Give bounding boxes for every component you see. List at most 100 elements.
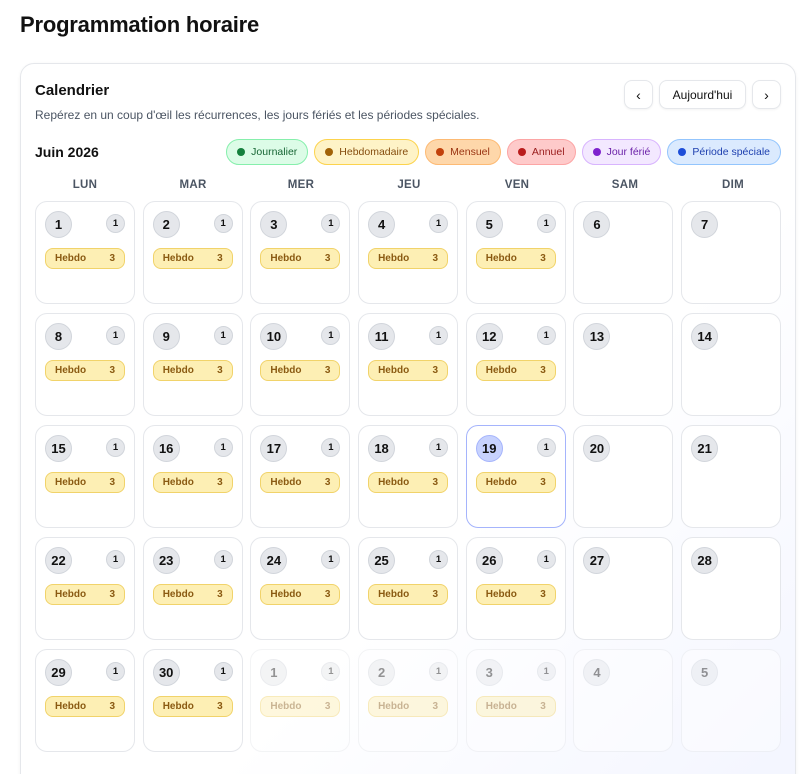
day-cell[interactable]: 26 1 Hebdo 3 (465, 537, 566, 640)
legend-dot-icon (325, 148, 334, 156)
event-pill-hebdo[interactable]: Hebdo 3 (260, 696, 341, 717)
day-number: 15 (45, 435, 72, 462)
day-cell[interactable]: 27 (573, 537, 674, 640)
day-cell[interactable]: 1 1 Hebdo 3 (250, 649, 351, 752)
event-pill-hebdo[interactable]: Hebdo 3 (260, 472, 341, 493)
day-event-count-badge: 1 (106, 326, 125, 345)
event-pill-hebdo[interactable]: Hebdo 3 (152, 696, 233, 717)
legend-item[interactable]: Mensuel (425, 139, 501, 165)
legend-dot-icon (678, 148, 687, 156)
page-title: Programmation horaire (20, 12, 260, 37)
day-event-count-badge: 1 (213, 438, 233, 457)
day-cell[interactable]: 4 1 Hebdo 3 (358, 201, 459, 304)
event-pill-hebdo[interactable]: Hebdo 3 (368, 248, 449, 269)
event-pill-hebdo[interactable]: Hebdo 3 (260, 248, 341, 269)
day-event-count-badge: 1 (106, 214, 125, 233)
day-cell[interactable]: 5 (681, 649, 782, 752)
day-cell[interactable]: 18 1 Hebdo 3 (358, 425, 459, 528)
legend-item[interactable]: Période spéciale (667, 139, 781, 165)
day-cell[interactable]: 23 1 Hebdo 3 (142, 537, 243, 640)
day-cell[interactable]: 19 1 Hebdo 3 (465, 425, 566, 528)
event-pill-hebdo[interactable]: Hebdo 3 (152, 472, 233, 493)
day-cell[interactable]: 10 1 Hebdo 3 (250, 313, 351, 416)
day-cell[interactable]: 29 1 Hebdo 3 (35, 649, 135, 752)
event-count: 3 (217, 365, 223, 376)
event-pill-hebdo[interactable]: Hebdo 3 (45, 248, 125, 269)
day-cell[interactable]: 6 (573, 201, 674, 304)
day-event-count-badge: 1 (321, 438, 341, 457)
event-pill-hebdo[interactable]: Hebdo 3 (45, 584, 125, 605)
event-label: Hebdo (270, 589, 302, 600)
calendar-card: Calendrier Repérez en un coup d'œil les … (20, 63, 796, 774)
day-cell[interactable]: 8 1 Hebdo 3 (35, 313, 135, 416)
event-count: 3 (540, 477, 546, 488)
day-event-count-badge: 1 (321, 214, 341, 233)
legend-item[interactable]: Jour férié (581, 139, 662, 165)
day-number: 24 (260, 547, 288, 574)
day-cell[interactable]: 13 (573, 313, 674, 416)
event-count: 3 (217, 477, 223, 488)
event-pill-hebdo[interactable]: Hebdo 3 (475, 248, 556, 269)
day-number: 11 (368, 323, 396, 350)
event-pill-hebdo[interactable]: Hebdo 3 (368, 360, 449, 381)
day-cell[interactable]: 4 (573, 649, 674, 752)
event-pill-hebdo[interactable]: Hebdo 3 (475, 472, 556, 493)
event-label: Hebdo (270, 365, 302, 376)
next-month-button[interactable]: › (752, 80, 781, 109)
legend-item[interactable]: Annuel (506, 139, 576, 165)
day-number: 21 (691, 435, 719, 462)
day-cell[interactable]: 3 1 Hebdo 3 (250, 201, 351, 304)
day-cell[interactable]: 9 1 Hebdo 3 (142, 313, 243, 416)
legend-label: Mensuel (450, 146, 490, 158)
calendar-grid: 1 1 Hebdo 3 2 1 Hebdo 3 3 1 Hebdo 3 4 1 Hebdo 3 5 1 Hebdo 3… (35, 201, 783, 752)
event-pill-hebdo[interactable]: Hebdo 3 (45, 472, 125, 493)
day-number: 1 (45, 211, 72, 238)
day-cell[interactable]: 3 1 Hebdo 3 (465, 649, 566, 752)
day-cell[interactable]: 7 (681, 201, 782, 304)
day-cell[interactable]: 11 1 Hebdo 3 (358, 313, 459, 416)
day-cell[interactable]: 5 1 Hebdo 3 (465, 201, 566, 304)
day-cell[interactable]: 17 1 Hebdo 3 (250, 425, 351, 528)
event-pill-hebdo[interactable]: Hebdo 3 (152, 248, 233, 269)
legend-item[interactable]: Journalier (226, 139, 309, 165)
day-cell[interactable]: 21 (681, 425, 782, 528)
day-cell[interactable]: 30 1 Hebdo 3 (142, 649, 243, 752)
event-pill-hebdo[interactable]: Hebdo 3 (475, 584, 556, 605)
day-cell[interactable]: 20 (573, 425, 674, 528)
event-pill-hebdo[interactable]: Hebdo 3 (368, 696, 449, 717)
day-cell[interactable]: 25 1 Hebdo 3 (358, 537, 459, 640)
day-cell[interactable]: 28 (681, 537, 782, 640)
event-pill-hebdo[interactable]: Hebdo 3 (45, 696, 125, 717)
day-cell[interactable]: 1 1 Hebdo 3 (35, 201, 135, 304)
day-cell[interactable]: 22 1 Hebdo 3 (35, 537, 135, 640)
calendar-subtitle: Repérez en un coup d'œil les récurrences… (35, 108, 480, 122)
event-count: 3 (217, 701, 223, 712)
event-pill-hebdo[interactable]: Hebdo 3 (152, 584, 233, 605)
event-count: 3 (540, 701, 546, 712)
event-count: 3 (324, 365, 331, 376)
day-cell[interactable]: 15 1 Hebdo 3 (35, 425, 135, 528)
today-button[interactable]: Aujourd'hui (659, 80, 746, 109)
day-cell[interactable]: 12 1 Hebdo 3 (465, 313, 566, 416)
event-pill-hebdo[interactable]: Hebdo 3 (368, 472, 449, 493)
day-cell[interactable]: 2 1 Hebdo 3 (358, 649, 459, 752)
event-pill-hebdo[interactable]: Hebdo 3 (260, 584, 341, 605)
event-pill-hebdo[interactable]: Hebdo 3 (45, 360, 125, 381)
event-pill-hebdo[interactable]: Hebdo 3 (260, 360, 341, 381)
event-count: 3 (432, 253, 439, 264)
event-pill-hebdo[interactable]: Hebdo 3 (475, 360, 556, 381)
event-label: Hebdo (55, 477, 87, 488)
prev-month-button[interactable]: ‹ (624, 80, 653, 109)
day-cell[interactable]: 14 (681, 313, 782, 416)
event-label: Hebdo (162, 253, 194, 264)
event-label: Hebdo (162, 701, 194, 712)
legend-item[interactable]: Hebdomadaire (314, 139, 420, 165)
event-label: Hebdo (378, 253, 410, 264)
day-cell[interactable]: 16 1 Hebdo 3 (142, 425, 243, 528)
day-cell[interactable]: 24 1 Hebdo 3 (250, 537, 351, 640)
event-pill-hebdo[interactable]: Hebdo 3 (475, 696, 556, 717)
day-cell[interactable]: 2 1 Hebdo 3 (142, 201, 243, 304)
event-pill-hebdo[interactable]: Hebdo 3 (152, 360, 233, 381)
day-event-count-badge: 1 (321, 326, 341, 345)
event-pill-hebdo[interactable]: Hebdo 3 (368, 584, 449, 605)
